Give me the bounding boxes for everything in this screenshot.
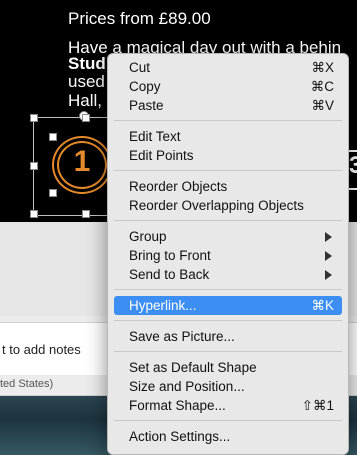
menu-item-label: Reorder Overlapping Objects [129, 198, 304, 213]
notes-placeholder[interactable]: t to add notes [2, 342, 81, 357]
menu-item-label: Edit Text [129, 129, 181, 144]
menu-item-paste[interactable]: Paste ⌘V [114, 96, 342, 115]
menu-item-action-settings[interactable]: Action Settings... [114, 427, 342, 446]
menu-item-group[interactable]: Group [114, 227, 342, 246]
menu-item-label: Copy [129, 79, 161, 94]
resize-handle-bc[interactable] [82, 210, 90, 218]
right-badge-number: 3 [349, 152, 357, 179]
menu-item-size-position[interactable]: Size and Position... [114, 377, 342, 396]
menu-item-label: Hyperlink... [129, 298, 197, 313]
resize-handle-ml[interactable] [30, 162, 38, 170]
slide-body-line3[interactable]: used [68, 72, 105, 92]
shortcut-hyperlink: ⌘K [311, 298, 334, 313]
resize-handle-bl[interactable] [30, 210, 38, 218]
menu-item-cut[interactable]: Cut ⌘X [114, 58, 342, 77]
menu-item-label: Save as Picture... [129, 329, 235, 344]
menu-item-label: Edit Points [129, 148, 194, 163]
menu-separator [114, 220, 342, 221]
shortcut-paste: ⌘V [311, 98, 334, 113]
menu-item-label: Paste [129, 98, 164, 113]
menu-separator [114, 320, 342, 321]
badge-number: 1 [73, 145, 91, 178]
slide-body-line2[interactable]: Stud [68, 54, 106, 74]
context-menu: Cut ⌘X Copy ⌘C Paste ⌘V Edit Text Edit P… [107, 53, 349, 455]
menu-separator [114, 289, 342, 290]
menu-separator [114, 351, 342, 352]
menu-item-hyperlink[interactable]: Hyperlink... ⌘K [114, 296, 342, 315]
menu-item-label: Cut [129, 60, 151, 75]
menu-item-label: Size and Position... [129, 379, 245, 394]
menu-item-save-as-picture[interactable]: Save as Picture... [114, 327, 342, 346]
menu-item-copy[interactable]: Copy ⌘C [114, 77, 342, 96]
menu-item-label: Bring to Front [129, 248, 211, 263]
shortcut-copy: ⌘C [310, 79, 334, 94]
menu-item-label: Send to Back [129, 267, 210, 282]
shortcut-cut: ⌘X [311, 60, 334, 75]
menu-item-format-shape[interactable]: Format Shape... ⇧⌘1 [114, 396, 342, 415]
menu-item-set-default-shape[interactable]: Set as Default Shape [114, 358, 342, 377]
inner-handle-bl[interactable] [49, 189, 57, 197]
menu-item-label: Reorder Objects [129, 179, 228, 194]
menu-item-edit-points[interactable]: Edit Points [114, 146, 342, 165]
slide-price-text[interactable]: Prices from £89.00 [68, 9, 211, 29]
menu-item-label: Set as Default Shape [129, 360, 257, 375]
submenu-arrow-icon [325, 232, 332, 242]
menu-item-bring-to-front[interactable]: Bring to Front [114, 246, 342, 265]
menu-item-reorder-overlapping[interactable]: Reorder Overlapping Objects [114, 196, 342, 215]
submenu-arrow-icon [325, 270, 332, 280]
menu-item-edit-text[interactable]: Edit Text [114, 127, 342, 146]
menu-item-label: Format Shape... [129, 398, 226, 413]
menu-item-reorder-objects[interactable]: Reorder Objects [114, 177, 342, 196]
resize-handle-tl[interactable] [30, 114, 38, 122]
menu-item-label: Group [129, 229, 167, 244]
resize-handle-tc[interactable] [82, 114, 90, 122]
menu-separator [114, 420, 342, 421]
menu-item-send-to-back[interactable]: Send to Back [114, 265, 342, 284]
language-status[interactable]: ted States) [0, 378, 53, 390]
slide-body-line4[interactable]: Hall, [68, 91, 102, 111]
menu-separator [114, 170, 342, 171]
shortcut-format-shape: ⇧⌘1 [301, 398, 334, 413]
menu-separator [114, 120, 342, 121]
submenu-arrow-icon [325, 251, 332, 261]
menu-item-label: Action Settings... [129, 429, 231, 444]
inner-handle-tl[interactable] [49, 133, 57, 141]
